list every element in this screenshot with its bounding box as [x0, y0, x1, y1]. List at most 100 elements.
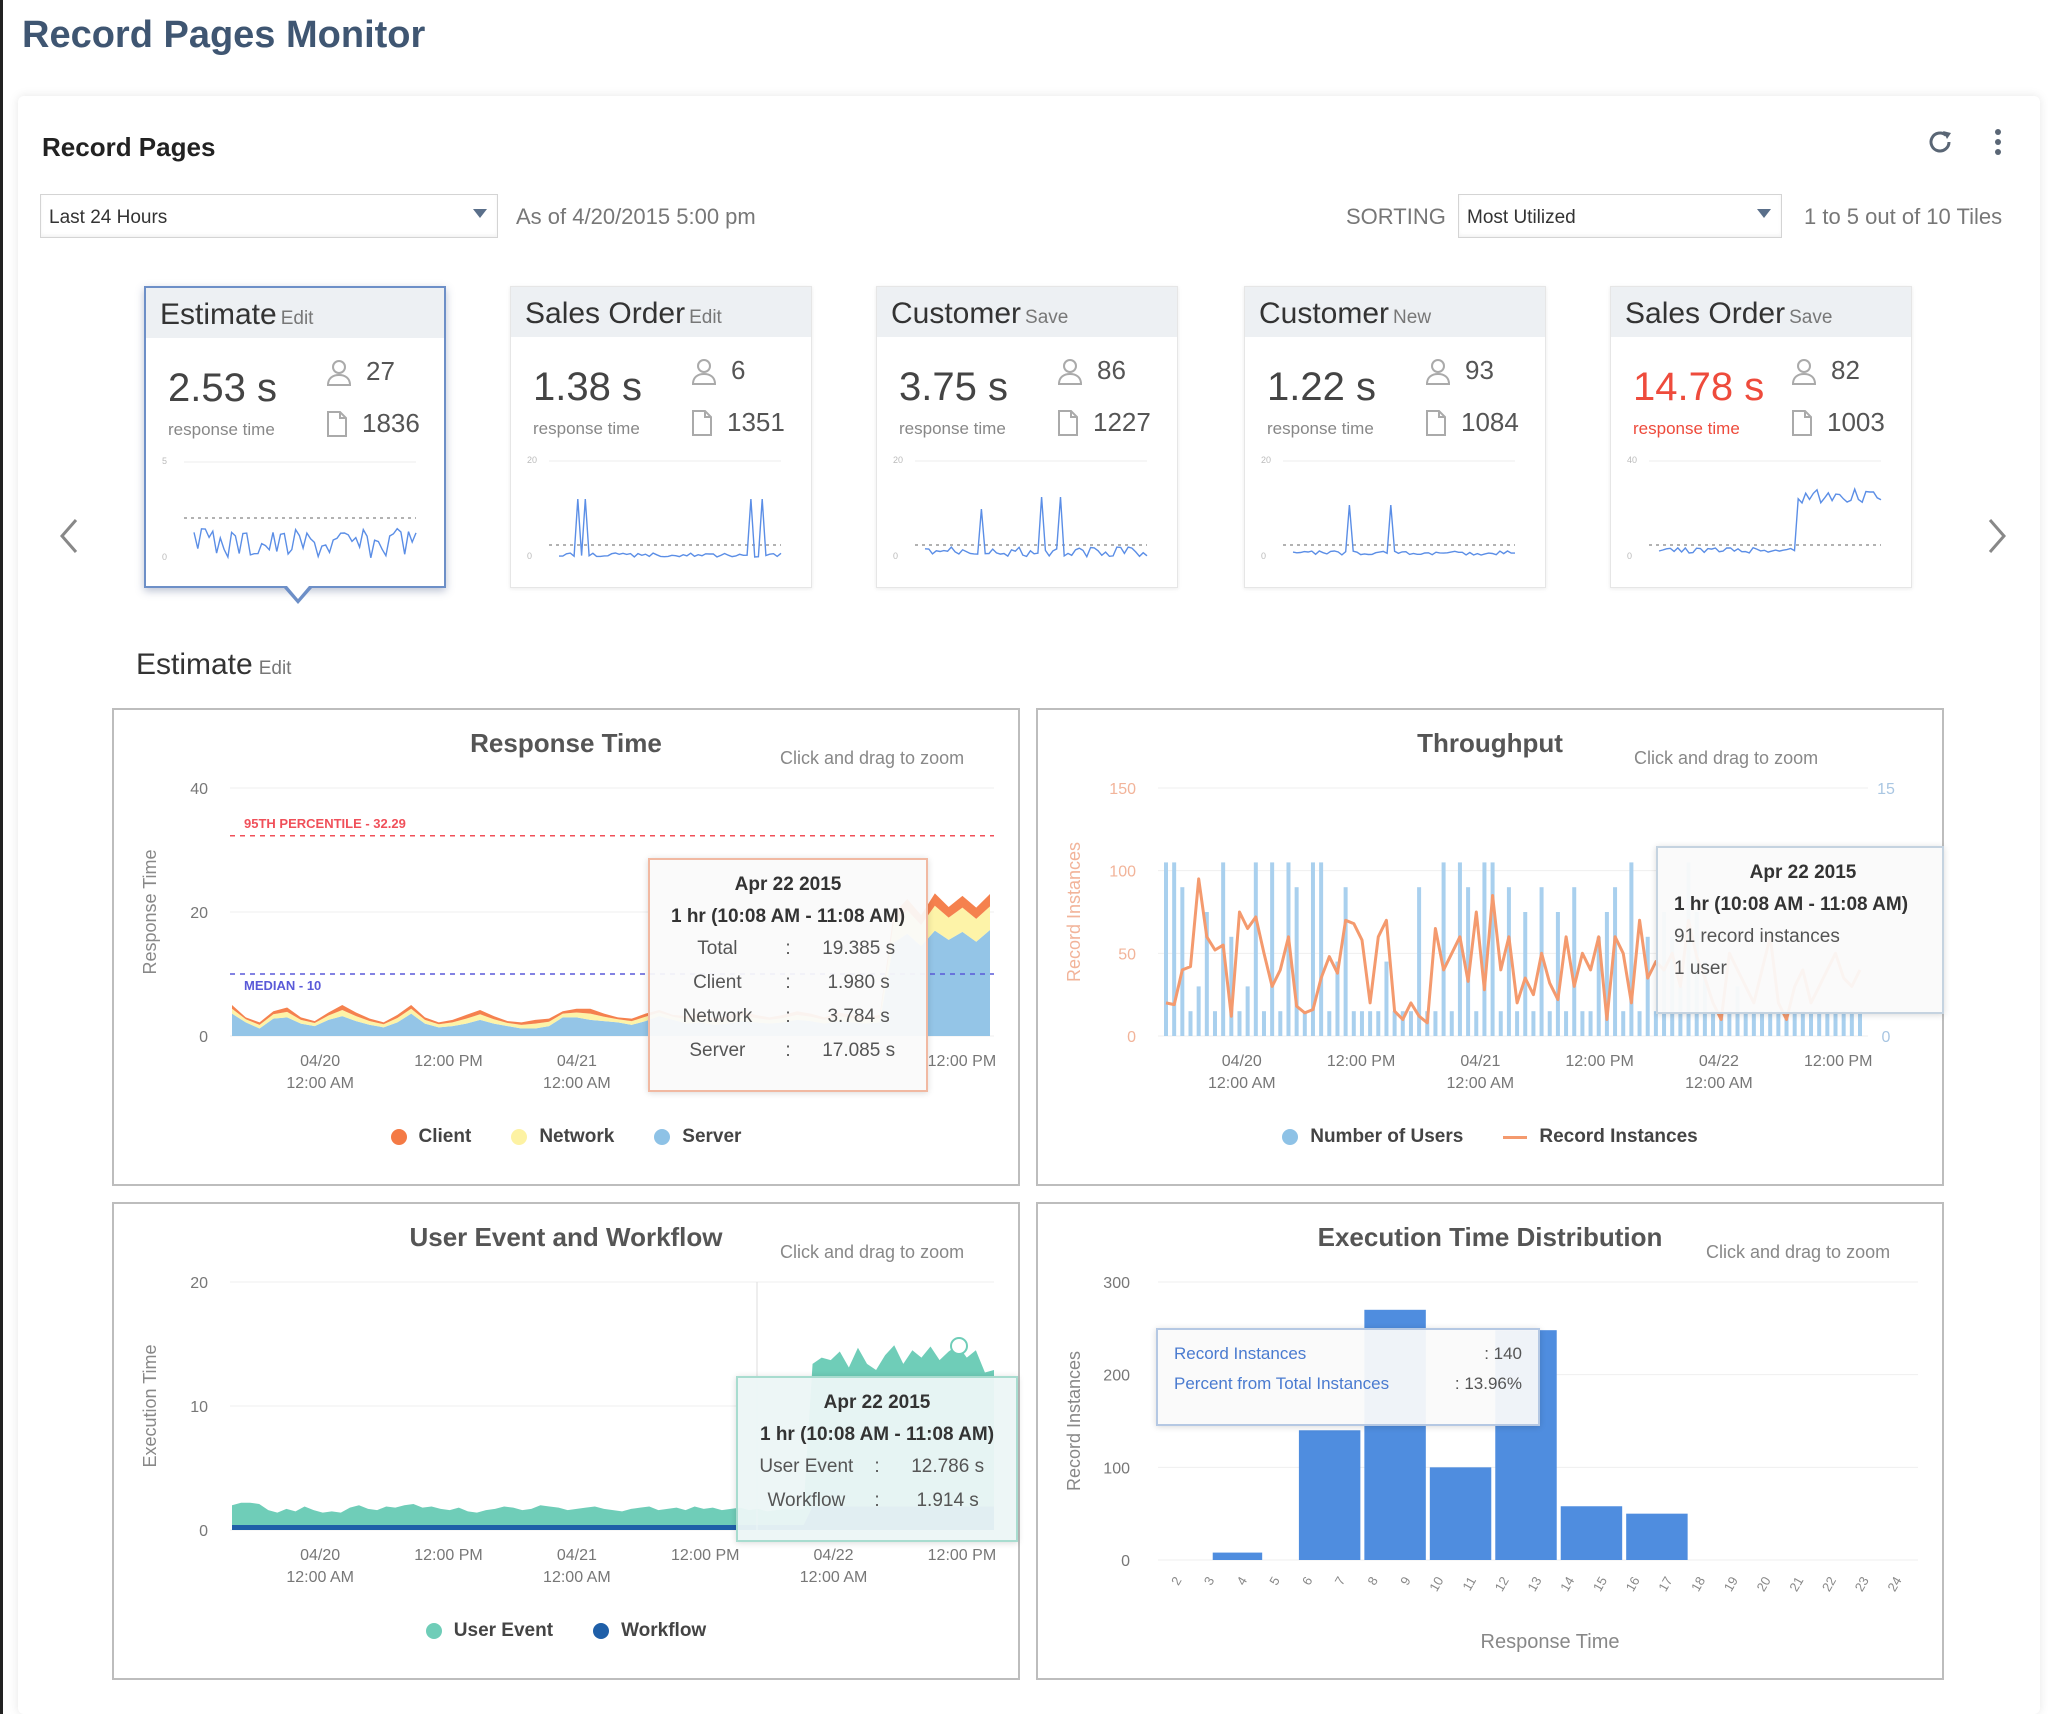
tile-record-action: Edit: [280, 308, 314, 329]
sparkline-series: [1658, 486, 1882, 554]
tooltip-range: 1 hr (10:08 AM - 11:08 AM): [1674, 894, 1909, 915]
user-event-workflow-tooltip: Apr 22 2015 1 hr (10:08 AM - 11:08 AM) U…: [736, 1376, 1018, 1542]
x-tick-label: 04/21: [557, 1547, 597, 1564]
tile-users: 27: [326, 356, 395, 387]
tile-record-action: Save: [1025, 307, 1069, 328]
y-tick-label: 300: [1103, 1275, 1130, 1292]
users-bar: [1441, 862, 1446, 1036]
y-tick-label: 100: [1103, 1460, 1130, 1477]
y-axis-label: Record Instances: [1064, 842, 1084, 982]
tooltip-row: Total: 19.385 s: [660, 938, 916, 960]
chart-legend: Number of Users Record Instances: [1038, 1126, 1942, 1148]
response-time-chart[interactable]: 0 20 40 04/20 12:00 AM 12:00 PM 04/21 12:00 AM 1…: [112, 708, 1020, 1186]
execution-time-distribution-plot[interactable]: 0 100 200 300 Record Instances Response Time 2…: [1038, 1204, 1942, 1678]
tooltip-row: Workflow: 1.914 s: [748, 1490, 1006, 1512]
x-tick-label: 12:00 PM: [928, 1547, 996, 1564]
x-tick-label: 24: [1884, 1574, 1904, 1594]
more-options-button[interactable]: [1980, 124, 2016, 160]
tile-instances: 1227: [1057, 407, 1151, 438]
tile-record-action: New: [1393, 307, 1432, 328]
users-bar: [1743, 1011, 1748, 1036]
legend-item-user-event[interactable]: User Event: [425, 1620, 553, 1642]
throughput-chart[interactable]: 0 50 100 150 04/20 12:00 AM 12:00 PM 04/21 12:00…: [1036, 708, 1944, 1186]
selected-tile-pointer-inner: [287, 586, 309, 599]
sorting-select[interactable]: Most Utilized: [1458, 194, 1782, 238]
chevron-down-icon: [1757, 209, 1771, 218]
y-tick-label: 10: [190, 1399, 208, 1416]
tile-users: 82: [1791, 355, 1860, 386]
sparkline-max-label: 20: [527, 455, 537, 465]
as-of-timestamp: As of 4/20/2015 5:00 pm: [516, 204, 756, 229]
time-range-select[interactable]: Last 24 Hours: [40, 194, 498, 238]
y-tick-label: 50: [1118, 946, 1136, 963]
y-tick-label: 100: [1109, 864, 1136, 881]
next-tiles-button[interactable]: [1978, 506, 2018, 566]
user-icon: [1057, 358, 1083, 385]
tooltip-row: Server: 17.085 s: [660, 1040, 916, 1062]
users-bar: [1792, 1011, 1797, 1036]
detail-record-name: Estimate: [136, 648, 253, 681]
sorting-label: SORTING: [1346, 204, 1446, 229]
record-page-tile[interactable]: Sales Order Save 14.78 s response time 82 100…: [1610, 286, 1912, 588]
x-tick-label: 12:00 AM: [286, 1075, 354, 1092]
detail-section-title: Estimate Edit: [136, 648, 291, 682]
legend-item-client[interactable]: Client: [390, 1126, 471, 1148]
users-bar: [1482, 862, 1487, 1036]
record-page-tile[interactable]: Sales Order Edit 1.38 s response time 6 1351 2…: [510, 286, 812, 588]
user-icon: [1425, 358, 1451, 385]
tooltip-date: Apr 22 2015: [734, 874, 842, 895]
tile-record-name: Sales Order: [1625, 297, 1786, 330]
legend-marker: [1282, 1129, 1299, 1145]
tooltip-label: User Event: [759, 1456, 854, 1477]
users-bar: [1384, 961, 1389, 1036]
users-bar: [1727, 1011, 1732, 1036]
execution-time-distribution-chart[interactable]: 0 100 200 300 Record Instances Response Time 2…: [1036, 1202, 1944, 1680]
user-event-workflow-chart[interactable]: 0 10 20 04/20 12:00 AM 12:00 PM 04/21 12:00 AM 1…: [112, 1202, 1020, 1680]
tooltip-separator: :: [785, 1006, 791, 1027]
reference-line-label: 95TH PERCENTILE - 32.29: [244, 816, 406, 831]
tooltip-label: Total: [697, 938, 738, 959]
document-icon: [1426, 409, 1446, 436]
users-bar: [1572, 887, 1577, 1036]
legend-item-network[interactable]: Network: [511, 1126, 614, 1148]
histogram-bar: [1429, 1467, 1492, 1560]
histogram-bar: [1298, 1430, 1361, 1560]
record-page-tile[interactable]: Customer New 1.22 s response time 93 1084 20 0: [1244, 286, 1546, 588]
y-tick-label: 0: [199, 1029, 208, 1046]
users-bar: [1760, 1011, 1765, 1036]
x-tick-label: 7: [1332, 1574, 1349, 1588]
tile-users-count: 86: [1097, 355, 1126, 385]
tile-record-action: Edit: [689, 307, 722, 328]
previous-tiles-button[interactable]: [48, 506, 88, 566]
legend-item-number-of-users[interactable]: Number of Users: [1282, 1126, 1463, 1148]
tile-users-count: 93: [1465, 355, 1494, 385]
legend-marker: [390, 1129, 407, 1145]
x-tick-label: 4: [1233, 1574, 1250, 1588]
users-bar: [1531, 1011, 1536, 1036]
user-icon: [1791, 358, 1817, 385]
legend-item-server[interactable]: Server: [654, 1126, 741, 1148]
tooltip-value: 3.784 s: [827, 1006, 890, 1027]
y-tick-label: 200: [1103, 1368, 1130, 1385]
users-bar: [1555, 912, 1560, 1036]
tile-record-name: Customer: [1259, 297, 1390, 330]
legend-item-record-instances[interactable]: Record Instances: [1503, 1126, 1698, 1148]
record-page-tile[interactable]: Estimate Edit 2.53 s response time 27 1836 5 0: [144, 286, 446, 588]
sparkline-min-label: 0: [893, 551, 898, 561]
users-bar: [1621, 1011, 1626, 1036]
tile-users: 93: [1425, 355, 1494, 386]
record-page-tile[interactable]: Customer Save 3.75 s response time 86 1227 20 0: [876, 286, 1178, 588]
users-bar: [1245, 986, 1250, 1036]
users-bar: [1523, 912, 1528, 1036]
tile-users-count: 82: [1831, 355, 1860, 385]
legend-item-workflow[interactable]: Workflow: [593, 1620, 706, 1642]
legend-label: Server: [682, 1126, 742, 1147]
sparkline-min-label: 0: [527, 551, 532, 561]
x-tick-label: 04/21: [557, 1053, 597, 1070]
users-bar: [1849, 1011, 1854, 1036]
y-tick-label: 150: [1109, 781, 1136, 798]
users-bar: [1629, 862, 1634, 1036]
users-bar: [1841, 1011, 1846, 1036]
histogram-bar: [1212, 1552, 1263, 1560]
refresh-button[interactable]: [1922, 124, 1958, 160]
